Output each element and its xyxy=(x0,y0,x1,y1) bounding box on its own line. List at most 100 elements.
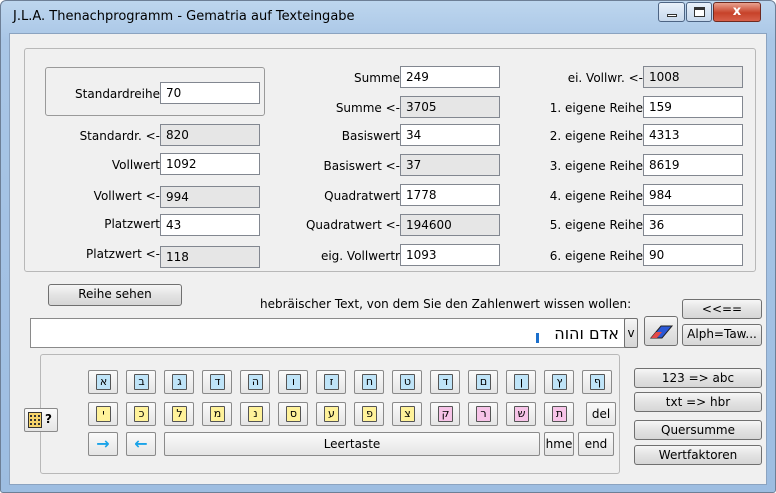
letter-key-label: ש xyxy=(514,406,529,422)
eigene-reihe-6-field[interactable]: 90 xyxy=(643,244,743,266)
quersumme-button[interactable]: Quersumme xyxy=(634,420,762,440)
left-arrow-key[interactable]: ← xyxy=(126,432,156,456)
hebrew-text-input[interactable]: אדם והוה xyxy=(30,318,628,348)
letter-key[interactable]: ר xyxy=(468,402,498,426)
letter-key-label: ס xyxy=(286,406,301,422)
abacus-help-button[interactable]: ? xyxy=(24,408,58,432)
letter-key[interactable]: ב xyxy=(126,370,156,394)
vollwert-back-field: 994 xyxy=(160,186,260,208)
num-to-abc-button[interactable]: 123 => abc xyxy=(634,368,762,388)
quadratwert-field[interactable]: 1778 xyxy=(400,184,500,206)
wertfaktoren-button[interactable]: Wertfaktoren xyxy=(634,445,762,465)
letter-key[interactable]: י xyxy=(88,402,118,426)
letter-key[interactable]: ת xyxy=(544,402,574,426)
close-button[interactable]: x xyxy=(713,2,761,22)
eigene-reihe-3-label: 3. eigene Reihe xyxy=(549,159,643,173)
letter-key-label: צ xyxy=(400,406,415,422)
letter-key-label: ד xyxy=(210,374,225,390)
letter-key[interactable]: ד xyxy=(202,370,232,394)
letter-key-label: ת xyxy=(552,406,567,422)
letter-key[interactable]: ף xyxy=(582,370,612,394)
right-arrow-key[interactable]: → xyxy=(88,432,118,456)
app-window: J.L.A. Thenachprogramm - Gematria auf Te… xyxy=(0,0,776,493)
letter-key-label: ה xyxy=(248,374,263,390)
eraser-button[interactable] xyxy=(644,316,678,346)
standardreihe-field[interactable]: 70 xyxy=(160,82,260,104)
back-button[interactable]: <<== xyxy=(682,299,762,319)
letter-key[interactable]: ק xyxy=(430,402,460,426)
letter-key-label: ל xyxy=(172,406,187,422)
txt-to-hbr-button[interactable]: txt => hbr xyxy=(634,392,762,412)
letter-key-label: ק xyxy=(438,406,453,422)
minimize-button[interactable] xyxy=(658,2,685,22)
letter-key-label: ד xyxy=(438,374,453,390)
basiswert-field[interactable]: 34 xyxy=(400,124,500,146)
letter-key[interactable]: פ xyxy=(354,402,384,426)
letter-key-label: ף xyxy=(590,374,605,390)
vollwert-field[interactable]: 1092 xyxy=(160,153,260,175)
window-title: J.L.A. Thenachprogramm - Gematria auf Te… xyxy=(13,9,355,24)
letter-key[interactable]: ע xyxy=(316,402,346,426)
summe-back-label: Summe <- xyxy=(335,101,400,115)
letter-key[interactable]: ז xyxy=(316,370,346,394)
space-key[interactable]: Leertaste xyxy=(164,432,540,456)
eigene-reihe-2-field[interactable]: 4313 xyxy=(643,124,743,146)
letter-key[interactable]: ט xyxy=(392,370,422,394)
quadratwert-back-field: 194600 xyxy=(400,214,500,236)
letter-key[interactable]: כ xyxy=(126,402,156,426)
letter-key[interactable]: ץ xyxy=(544,370,574,394)
letter-key-label: ג xyxy=(172,374,187,390)
reihe-sehen-button[interactable]: Reihe sehen xyxy=(48,284,182,306)
dropdown-button[interactable]: v xyxy=(624,318,638,348)
letter-key[interactable]: ל xyxy=(164,402,194,426)
eigene-reihe-6-label: 6. eigene Reihe xyxy=(549,249,643,263)
platzwert-back-label: Platzwert <- xyxy=(86,247,160,261)
basiswert-label: Basiswert xyxy=(341,129,400,143)
letter-key[interactable]: ח xyxy=(354,370,384,394)
letter-key-label: ו xyxy=(286,374,301,390)
letter-key[interactable]: א xyxy=(88,370,118,394)
vollwert-label: Vollwert xyxy=(111,158,160,172)
eigene-reihe-1-field[interactable]: 159 xyxy=(643,96,743,118)
letter-key-label: ץ xyxy=(552,374,567,390)
letter-key[interactable]: מ xyxy=(202,402,232,426)
letter-key-label: ר xyxy=(476,406,491,422)
letter-key[interactable]: ג xyxy=(164,370,194,394)
vollwert-back-label: Vollwert <- xyxy=(93,189,160,203)
eigene-reihe-5-label: 5. eigene Reihe xyxy=(549,218,643,232)
maximize-button[interactable] xyxy=(686,2,712,22)
letter-key-label: מ xyxy=(210,406,225,422)
letter-key-label: ב xyxy=(134,374,149,390)
letter-key[interactable]: ן xyxy=(506,370,536,394)
delete-key[interactable]: del xyxy=(586,402,616,426)
eig-vollwertr-field[interactable]: 1093 xyxy=(400,244,500,266)
letter-key-label: ם xyxy=(476,374,491,390)
help-question-mark: ? xyxy=(45,412,52,426)
eig-vollwertr-label: eig. Vollwertr xyxy=(320,249,400,263)
letter-key[interactable]: ם xyxy=(468,370,498,394)
letter-key[interactable]: ה xyxy=(240,370,270,394)
eigene-reihe-2-label: 2. eigene Reihe xyxy=(549,129,643,143)
platzwert-field[interactable]: 43 xyxy=(160,214,260,236)
end-key[interactable]: end xyxy=(578,432,614,456)
summe-field[interactable]: 249 xyxy=(400,66,500,88)
quadratwert-back-label: Quadratwert <- xyxy=(305,218,400,232)
standardr-back-field: 820 xyxy=(160,124,260,146)
letter-key[interactable]: ס xyxy=(278,402,308,426)
home-key[interactable]: hme xyxy=(544,432,574,456)
letter-key[interactable]: נ xyxy=(240,402,270,426)
letter-key[interactable]: ד xyxy=(430,370,460,394)
alph-taw-button[interactable]: Alph=Taw... xyxy=(682,324,762,346)
letter-key[interactable]: ש xyxy=(506,402,536,426)
eigene-reihe-3-field[interactable]: 8619 xyxy=(643,154,743,176)
letter-key-label: ח xyxy=(362,374,377,390)
eigene-reihe-4-field[interactable]: 984 xyxy=(643,184,743,206)
platzwert-label: Platzwert xyxy=(104,217,160,231)
letter-key-label: ט xyxy=(400,374,415,390)
letter-key[interactable]: צ xyxy=(392,402,422,426)
letter-key[interactable]: ו xyxy=(278,370,308,394)
eigene-reihe-4-label: 4. eigene Reihe xyxy=(549,189,643,203)
eigene-reihe-5-field[interactable]: 36 xyxy=(643,214,743,236)
hebrew-text-prompt: hebräischer Text, von dem Sie den Zahlen… xyxy=(260,297,632,311)
eraser-icon xyxy=(649,325,674,339)
